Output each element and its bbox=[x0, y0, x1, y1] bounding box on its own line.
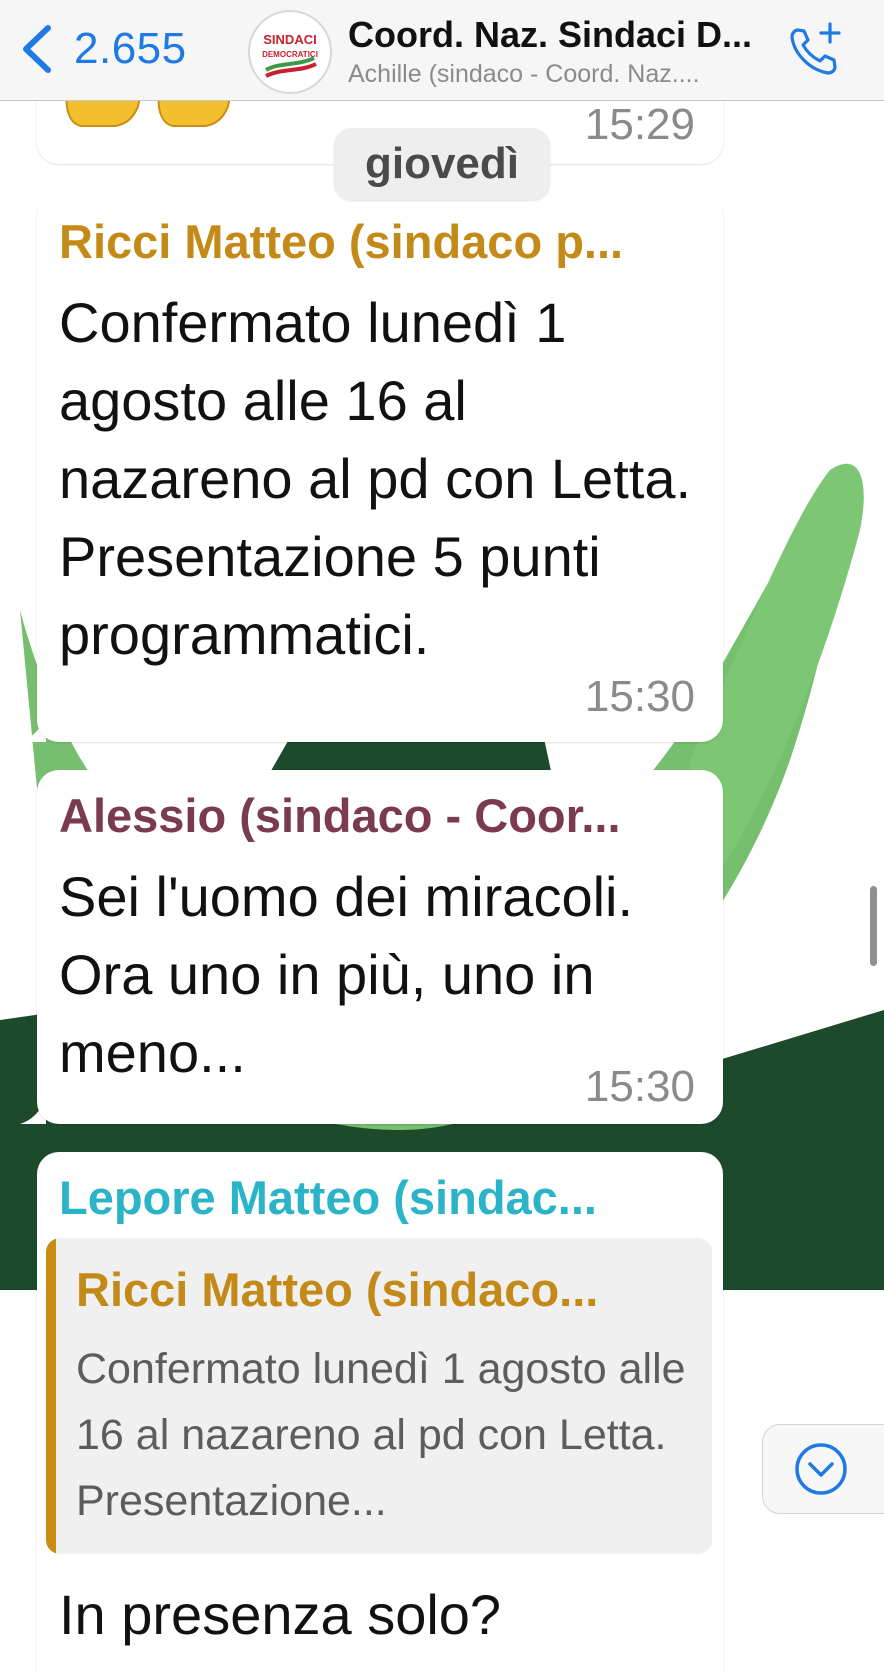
chevron-down-circle-icon bbox=[795, 1443, 847, 1495]
svg-text:DEMOCRATICI: DEMOCRATICI bbox=[262, 50, 318, 59]
chat-header: 2.655 SINDACI DEMOCRATICI Coord. Naz. Si… bbox=[0, 0, 884, 101]
sindaci-democratici-logo: SINDACI DEMOCRATICI bbox=[251, 13, 329, 91]
quote-accent-bar bbox=[46, 1238, 56, 1554]
message-time: 15:29 bbox=[584, 100, 695, 149]
quoted-message[interactable]: Ricci Matteo (sindaco... Confermato lune… bbox=[46, 1238, 712, 1554]
call-button[interactable] bbox=[786, 20, 846, 80]
group-avatar[interactable]: SINDACI DEMOCRATICI bbox=[248, 10, 332, 94]
date-separator: giovedì bbox=[334, 128, 550, 200]
quoted-sender: Ricci Matteo (sindaco... bbox=[76, 1263, 599, 1316]
message-text: Confermato lunedì 1 agosto alle 16 al na… bbox=[59, 291, 692, 666]
back-button[interactable]: 2.655 bbox=[18, 20, 208, 78]
scroll-indicator[interactable] bbox=[870, 886, 877, 966]
message-sender[interactable]: Ricci Matteo (sindaco p... bbox=[59, 214, 699, 269]
unread-count: 2.655 bbox=[74, 24, 187, 73]
quoted-text: Confermato lunedì 1 agosto alle 16 al na… bbox=[76, 1345, 686, 1525]
message-text: Sei l'uomo dei miracoli. Ora uno in più,… bbox=[59, 865, 634, 1084]
message-text: In presenza solo? bbox=[59, 1583, 502, 1646]
phone-plus-icon bbox=[790, 22, 841, 75]
chat-title-area[interactable]: Coord. Naz. Sindaci D... Achille (sindac… bbox=[348, 14, 758, 89]
chat-subtitle: Achille (sindaco - Coord. Naz.... bbox=[348, 60, 700, 88]
hands-emoji-icon bbox=[65, 94, 231, 127]
chat-title: Coord. Naz. Sindaci D... bbox=[348, 14, 753, 55]
message-bubble-ricci[interactable]: Ricci Matteo (sindaco p... Confermato lu… bbox=[37, 196, 723, 742]
message-bubble-lepore[interactable]: Lepore Matteo (sindac... Ricci Matteo (s… bbox=[37, 1152, 723, 1672]
scroll-to-bottom-button[interactable] bbox=[762, 1424, 884, 1514]
message-time: 15:30 bbox=[584, 672, 695, 721]
svg-text:SINDACI: SINDACI bbox=[263, 32, 316, 47]
chevron-left-icon bbox=[23, 25, 51, 73]
message-sender[interactable]: Lepore Matteo (sindac... bbox=[59, 1170, 699, 1225]
message-sender[interactable]: Alessio (sindaco - Coor... bbox=[59, 788, 699, 843]
message-time: 15:30 bbox=[584, 1062, 695, 1111]
message-bubble-alessio[interactable]: Alessio (sindaco - Coor... Sei l'uomo de… bbox=[37, 770, 723, 1124]
